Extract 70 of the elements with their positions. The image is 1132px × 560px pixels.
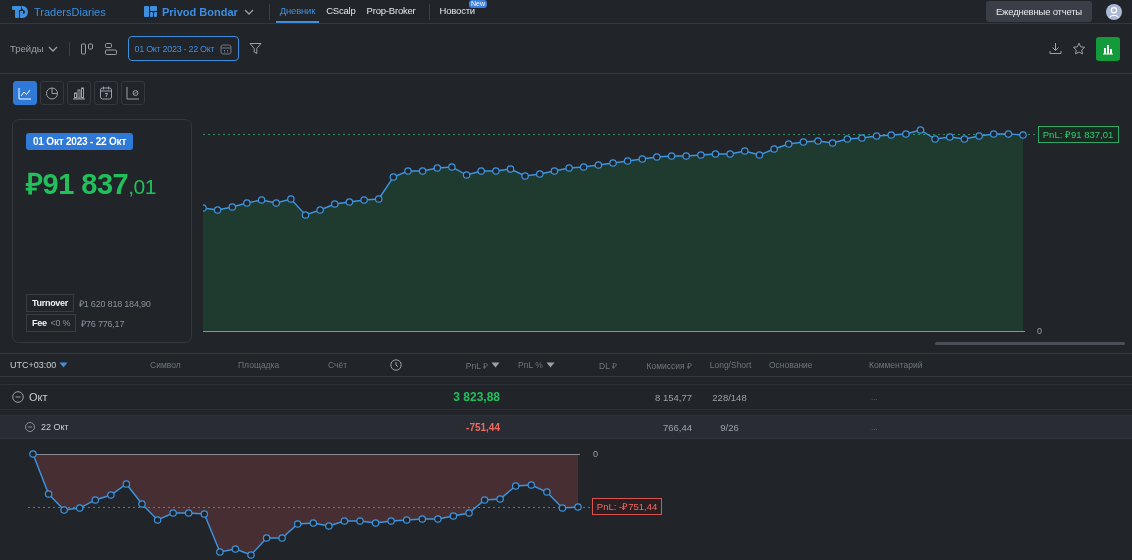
- column-header: Комиссия ₽: [646, 359, 692, 371]
- fee-label: Fee: [32, 318, 47, 328]
- axis-label: 0: [593, 449, 598, 459]
- comment-value: ...: [870, 392, 878, 402]
- chart-type-button[interactable]: [94, 81, 118, 105]
- bar-chart-icon: [1102, 42, 1114, 55]
- scrollbar[interactable]: [935, 342, 1125, 345]
- column-header: Символ: [150, 360, 181, 370]
- period-badge: 01 Окт 2023 - 22 Окт: [26, 133, 134, 150]
- pie-chart-icon: [44, 85, 60, 101]
- star-icon[interactable]: [1072, 41, 1086, 56]
- nav-tab[interactable]: CScalp: [322, 0, 360, 23]
- chart-type-button[interactable]: [13, 81, 37, 105]
- caret-icon: [545, 362, 555, 368]
- axis-chart-icon: [125, 85, 141, 101]
- pnl-value: 3 823,88: [453, 390, 500, 404]
- column-header: Основание: [769, 360, 813, 370]
- long-short-value: 228/148: [712, 391, 747, 403]
- comment-value: ...: [870, 422, 878, 432]
- account-select[interactable]: Privod Bondar: [144, 5, 255, 18]
- sort-header[interactable]: PnL ₽: [465, 359, 500, 371]
- date-range-field[interactable]: 01 Окт 2023 - 22 Окт: [127, 36, 240, 61]
- chart-view-button[interactable]: [1096, 36, 1120, 61]
- nav-tab[interactable]: Prop-Broker: [362, 0, 420, 23]
- turnover-value: ₽1 620 818 184,90: [78, 297, 151, 310]
- column-header: Long/Short: [709, 360, 752, 370]
- caret-icon: [491, 362, 500, 368]
- view-select[interactable]: Трейды: [10, 42, 59, 55]
- column-header: DL ₽: [599, 359, 617, 371]
- line-chart-icon: [17, 85, 33, 101]
- collapse-icon[interactable]: [24, 421, 36, 433]
- pnl-value: -751,44: [466, 421, 500, 433]
- turnover-label: Turnover: [26, 294, 74, 312]
- commission-value: 766,44: [662, 421, 692, 433]
- column-header: Комментарий: [869, 360, 923, 370]
- pnl-label: PnL: -₽751,44: [592, 498, 662, 515]
- calendar-icon: [220, 42, 233, 55]
- daily-reports-button[interactable]: Ежедневные отчеты: [986, 1, 1092, 22]
- account-icon: [144, 6, 157, 17]
- table-row[interactable]: 22 Окт -751,44 766,44 9/26 ...: [0, 415, 1132, 439]
- chart-type-button[interactable]: [40, 81, 64, 105]
- caret-icon: [59, 362, 69, 368]
- fee-share: <0 %: [50, 318, 71, 328]
- app-name: TradersDiaries: [34, 5, 106, 18]
- columns-icon[interactable]: [79, 41, 94, 56]
- pnl-label: PnL: ₽91 837,01: [1038, 126, 1119, 143]
- row-label: 22 Окт: [41, 422, 69, 432]
- chart-type-button[interactable]: [67, 81, 91, 105]
- table-row[interactable]: Окт 3 823,88 8 154,77 228/148 ...: [0, 384, 1132, 410]
- avatar-icon[interactable]: [1106, 3, 1122, 20]
- nav-tab[interactable]: Дневник: [275, 0, 320, 23]
- timezone-select[interactable]: UTC+03:00: [10, 360, 69, 370]
- commission-value: 8 154,77: [655, 391, 692, 403]
- filter-icon[interactable]: [249, 42, 263, 55]
- chart-type-button[interactable]: [121, 81, 145, 105]
- collapse-icon[interactable]: [12, 391, 24, 403]
- clock-icon[interactable]: [390, 359, 402, 371]
- column-header: Площадка: [238, 360, 280, 370]
- column-header: Счёт: [328, 360, 348, 370]
- logo-icon: [12, 5, 28, 18]
- row-label: Окт: [29, 391, 48, 403]
- axis-label: 0: [1037, 326, 1042, 336]
- rows-icon[interactable]: [103, 41, 118, 56]
- calendar-icon: [98, 85, 114, 101]
- fee-value: ₽76 776,17: [81, 317, 125, 330]
- sort-header[interactable]: PnL %: [518, 360, 555, 370]
- download-icon[interactable]: [1049, 42, 1062, 55]
- long-short-value: 9/26: [720, 421, 739, 433]
- pnl-amount: ₽91 837,01: [26, 167, 156, 202]
- bar-chart-icon: [71, 85, 87, 101]
